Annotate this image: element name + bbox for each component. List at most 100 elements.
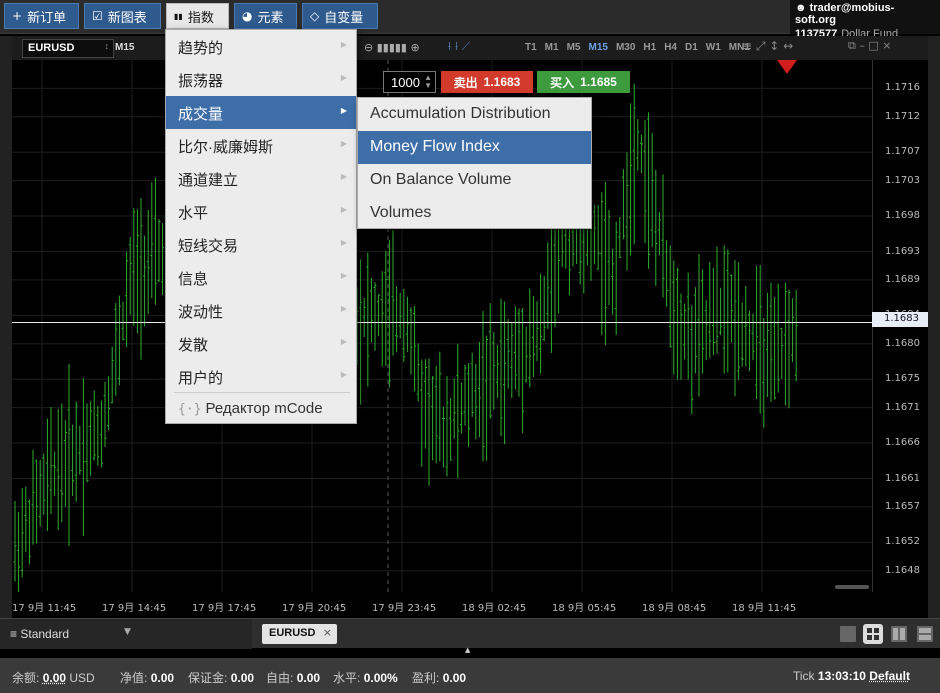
chart-tab-eurusd[interactable]: EURUSD × <box>262 624 337 644</box>
time-tick-label: 18 9月 08:45 <box>642 603 707 614</box>
indicator-category-item[interactable]: 用户的 ▶ <box>166 360 356 393</box>
elements-button[interactable]: ◕ 元素 <box>234 3 297 29</box>
account-info[interactable]: ☻ trader@mobius-soft.org 1137577 Dollar F… <box>790 0 940 40</box>
indicator-category-item[interactable]: 信息 ▶ <box>166 261 356 294</box>
balance-label: 余额: <box>12 671 40 685</box>
margin-value: 0.00 <box>230 671 255 685</box>
new-chart-label: 新图表 <box>107 9 147 25</box>
balance-status: 余额: 0.00 USD <box>12 669 95 686</box>
volume-indicator-item[interactable]: On Balance Volume <box>358 164 591 197</box>
indicators-label: 指数 <box>187 9 214 25</box>
current-timeframe[interactable]: M15 <box>115 42 134 53</box>
volume-indicator-item[interactable]: Accumulation Distribution <box>358 98 591 131</box>
shapes-icon: ◕ <box>242 9 253 23</box>
timeframe-m5[interactable]: M5 <box>567 42 581 53</box>
diamond-icon: ◇ <box>310 9 320 23</box>
drawing-tools[interactable]: ≡ ⤢ ↕ ↔ <box>742 39 793 54</box>
indicator-category-item[interactable]: 趋势的 ▶ <box>166 30 356 63</box>
menu-icon: ≡ <box>10 627 18 641</box>
indicator-category-item[interactable]: 振荡器 ▶ <box>166 63 356 96</box>
price-tick-label: 1.1689 <box>885 273 920 285</box>
indicator-category-item[interactable]: 发散 ▶ <box>166 327 356 360</box>
price-tick-label: 1.1666 <box>885 437 920 449</box>
sell-label: 卖出 <box>453 75 478 90</box>
layout-single-icon[interactable] <box>840 626 856 642</box>
chevron-right-icon: ▶ <box>340 271 347 280</box>
chart-type-tools[interactable]: ⟊ ⟊ ⟋ <box>448 39 470 54</box>
price-tick-label: 1.1675 <box>885 373 920 385</box>
timeframe-t1[interactable]: T1 <box>525 42 537 53</box>
timeframe-d1[interactable]: D1 <box>685 42 698 53</box>
mcode-editor-label: Редактор mCode <box>205 400 323 417</box>
timeframe-w1[interactable]: W1 <box>706 42 721 53</box>
buy-button[interactable]: 买入 1.1685 <box>537 71 630 93</box>
timeframe-m30[interactable]: M30 <box>616 42 635 53</box>
left-edge-handle[interactable] <box>0 36 12 618</box>
indicator-category-item[interactable]: 水平 ▶ <box>166 195 356 228</box>
time-axis[interactable]: 17 9月 11:45 17 9月 14:45 17 9月 17:45 17 9月 2… <box>12 592 872 618</box>
indicator-category-label: 振荡器 <box>178 73 224 90</box>
balance-value[interactable]: 0.00 <box>43 671 66 685</box>
layout-name: Standard <box>20 627 70 641</box>
indicators-button[interactable]: ▮▮ 指数 <box>166 3 229 29</box>
new-order-button[interactable]: + 新订单 <box>4 3 79 29</box>
horizontal-scrollbar[interactable] <box>835 585 869 589</box>
tick-label: Tick <box>793 669 815 683</box>
indicator-category-item[interactable]: 比尔·威廉姆斯 ▶ <box>166 129 356 162</box>
volume-indicator-item[interactable]: Money Flow Index <box>358 131 591 164</box>
timeframe-h4[interactable]: H4 <box>664 42 677 53</box>
sell-button[interactable]: 卖出 1.1683 <box>441 71 533 93</box>
price-tick-label: 1.1671 <box>885 401 920 413</box>
trading-terminal: + 新订单 ☑ 新图表 ▮▮ 指数 ◕ 元素 ◇ 自变量 ☻ trader@mo… <box>0 0 940 693</box>
buy-label: 买入 <box>550 75 575 90</box>
mcode-editor-item[interactable]: {·} Редактор mCode <box>166 393 356 426</box>
layout-columns-icon[interactable] <box>891 626 907 642</box>
free-label: 自由: <box>266 671 294 685</box>
main-toolbar: + 新订单 ☑ 新图表 ▮▮ 指数 ◕ 元素 ◇ 自变量 ☻ trader@mo… <box>0 0 940 40</box>
volume-indicator-item[interactable]: Volumes <box>358 197 591 230</box>
layout-rows-icon[interactable] <box>917 626 933 642</box>
indicator-category-item[interactable]: 波动性 ▶ <box>166 294 356 327</box>
free-value: 0.00 <box>296 671 321 685</box>
collapse-panel-icon[interactable]: ▲ <box>465 646 470 654</box>
price-tick-label: 1.1703 <box>885 174 920 186</box>
timeframe-m15[interactable]: M15 <box>588 42 607 53</box>
level-value: 0.00% <box>363 671 398 685</box>
time-tick-label: 17 9月 11:45 <box>12 603 77 614</box>
chevron-right-icon: ▶ <box>340 370 347 379</box>
timeframe-m1[interactable]: M1 <box>545 42 559 53</box>
timeframe-h1[interactable]: H1 <box>643 42 656 53</box>
layout-grid-icon[interactable] <box>863 624 883 644</box>
indicator-category-item[interactable]: 短线交易 ▶ <box>166 228 356 261</box>
indicator-category-label: 短线交易 <box>178 238 239 255</box>
time-tick-label: 17 9月 17:45 <box>192 603 257 614</box>
right-edge-handle[interactable] <box>928 36 940 618</box>
indicator-category-label: 波动性 <box>178 304 224 321</box>
indicator-category-label: 成交量 <box>178 106 224 123</box>
zoom-controls[interactable]: ⊖ ▮▮▮▮▮ ⊕ <box>364 41 420 54</box>
time-tick-label: 17 9月 14:45 <box>102 603 167 614</box>
margin-status: 保证金: 0.00 <box>188 669 254 686</box>
price-tick-label: 1.1680 <box>885 337 920 349</box>
chevron-right-icon: ▶ <box>340 139 347 148</box>
chevron-right-icon: ▶ <box>340 304 347 313</box>
indicator-category-item[interactable]: 成交量 ▶ <box>166 96 356 129</box>
chart-icon: ☑ <box>92 9 103 23</box>
layout-selector[interactable]: ≡ Standard ▼ <box>0 619 252 649</box>
price-tick-label: 1.1712 <box>885 110 920 122</box>
chevron-right-icon: ▶ <box>340 238 347 247</box>
margin-label: 保证金: <box>188 671 228 685</box>
mode-selector[interactable]: Default <box>869 669 910 683</box>
chevron-down-icon: ▼ <box>124 627 131 637</box>
marker-triangle-icon <box>777 60 797 74</box>
window-controls[interactable]: ⧉ – □ × <box>848 39 891 53</box>
user-icon: ☻ <box>795 2 810 14</box>
indicator-category-label: 发散 <box>178 337 209 354</box>
indicator-category-item[interactable]: 通道建立 ▶ <box>166 162 356 195</box>
variables-button[interactable]: ◇ 自变量 <box>302 3 378 29</box>
new-chart-button[interactable]: ☑ 新图表 <box>84 3 161 29</box>
time-tick-label: 17 9月 23:45 <box>372 603 437 614</box>
symbol-selector[interactable]: EURUSD ↕ <box>22 39 114 58</box>
close-tab-icon[interactable]: × <box>323 626 332 639</box>
quantity-input[interactable]: 1000 ▲ ▼ <box>383 71 436 93</box>
